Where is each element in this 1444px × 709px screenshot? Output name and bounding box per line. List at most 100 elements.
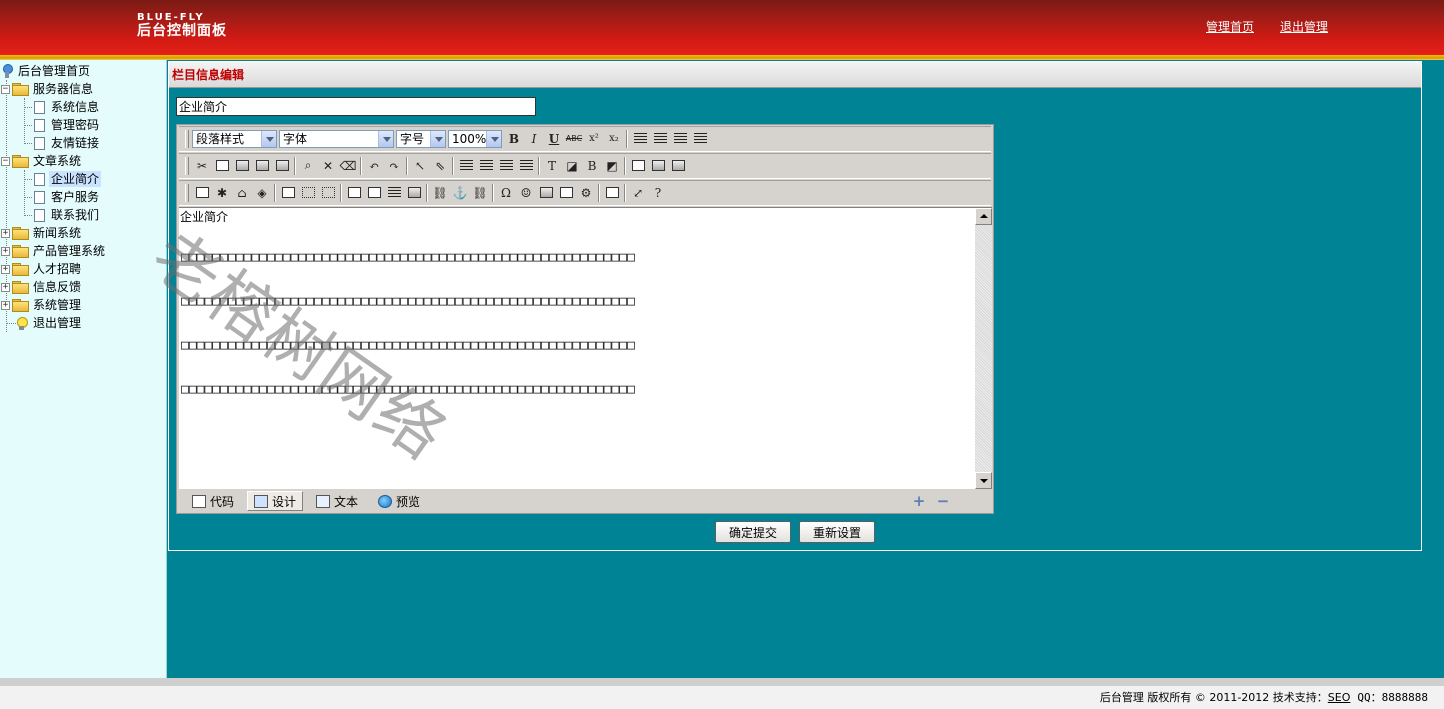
sidebar-item-home[interactable]: 后台管理首页 bbox=[1, 62, 92, 80]
undo-button[interactable]: ↶ bbox=[364, 156, 384, 176]
editor-scrollbar[interactable] bbox=[975, 207, 992, 489]
plugin-button[interactable]: ⚙ bbox=[576, 183, 596, 203]
sidebar-item-contact-us[interactable]: 联系我们 bbox=[34, 206, 101, 224]
collapse-icon[interactable]: − bbox=[1, 84, 10, 94]
paste-text-button[interactable] bbox=[252, 156, 272, 176]
tab-text[interactable]: 文本 bbox=[309, 491, 365, 511]
insert-table-button[interactable] bbox=[278, 183, 298, 203]
sidebar-group-recruitment[interactable]: + 人才招聘 bbox=[1, 260, 83, 278]
scroll-up-button[interactable] bbox=[975, 208, 992, 225]
insert-image-button[interactable] bbox=[192, 183, 212, 203]
insert-media-button[interactable]: ⌂ bbox=[232, 183, 252, 203]
tree-connector bbox=[24, 107, 32, 108]
reset-button[interactable]: 重新设置 bbox=[799, 521, 875, 543]
expand-icon[interactable]: + bbox=[1, 228, 10, 238]
copy-button[interactable] bbox=[212, 156, 232, 176]
outdent-button[interactable] bbox=[516, 156, 536, 176]
unordered-list-button[interactable] bbox=[476, 156, 496, 176]
delete-button[interactable]: ✕ bbox=[318, 156, 338, 176]
expand-icon[interactable]: + bbox=[1, 264, 10, 274]
insert-date-button[interactable] bbox=[536, 183, 556, 203]
collapse-icon[interactable]: − bbox=[1, 156, 10, 166]
paste-word-button[interactable] bbox=[272, 156, 292, 176]
align-left-button[interactable] bbox=[630, 129, 650, 149]
italic-button[interactable]: I bbox=[524, 129, 544, 149]
admin-home-link[interactable]: 管理首页 bbox=[1206, 18, 1254, 35]
submit-button[interactable]: 确定提交 bbox=[715, 521, 791, 543]
sidebar-group-news-system[interactable]: + 新闻系统 bbox=[1, 224, 83, 242]
unlink-button[interactable]: ⛓ bbox=[470, 183, 490, 203]
zoom-select[interactable]: 100% bbox=[448, 129, 502, 148]
unselect-button[interactable]: ⇖ bbox=[430, 156, 450, 176]
sidebar-group-feedback[interactable]: + 信息反馈 bbox=[1, 278, 83, 296]
insert-file-button[interactable]: ◈ bbox=[252, 183, 272, 203]
text-background-button[interactable]: B bbox=[582, 156, 602, 176]
send-backward-button[interactable] bbox=[668, 156, 688, 176]
find-button[interactable]: ⌕ bbox=[298, 156, 318, 176]
zoom-in-button[interactable]: + bbox=[911, 492, 927, 510]
insert-page-button[interactable] bbox=[364, 183, 384, 203]
bold-button[interactable]: B bbox=[504, 129, 524, 149]
font-size-select[interactable]: 字号 bbox=[396, 129, 446, 148]
sidebar-item-friend-links[interactable]: 友情链接 bbox=[34, 134, 101, 152]
insert-link-button[interactable]: ⛓ bbox=[430, 183, 450, 203]
text-color-button[interactable]: T bbox=[542, 156, 562, 176]
fullscreen-button[interactable]: ⤢ bbox=[628, 183, 648, 203]
paragraph-style-select[interactable]: 段落样式 bbox=[192, 129, 277, 148]
expand-icon[interactable]: + bbox=[1, 246, 10, 256]
insert-flash-button[interactable]: ✱ bbox=[212, 183, 232, 203]
redo-button[interactable]: ↷ bbox=[384, 156, 404, 176]
scroll-down-button[interactable] bbox=[975, 472, 992, 489]
insert-frame-button[interactable] bbox=[344, 183, 364, 203]
subscript-button[interactable]: x₂ bbox=[604, 129, 624, 149]
bring-forward-button[interactable] bbox=[648, 156, 668, 176]
special-char-button[interactable]: Ω bbox=[496, 183, 516, 203]
sidebar-item-customer-service[interactable]: 客户服务 bbox=[34, 188, 101, 206]
indent-button[interactable] bbox=[496, 156, 516, 176]
align-center-button[interactable] bbox=[650, 129, 670, 149]
sidebar-group-product-system[interactable]: + 产品管理系统 bbox=[1, 242, 107, 260]
tab-design[interactable]: 设计 bbox=[247, 491, 304, 511]
sidebar-group-article-system[interactable]: − 文章系统 bbox=[1, 152, 83, 170]
toolbar-separator bbox=[426, 183, 428, 202]
emoticon-button[interactable]: ☺ bbox=[516, 183, 536, 203]
align-justify-button[interactable] bbox=[690, 129, 710, 149]
sidebar-item-admin-password[interactable]: 管理密码 bbox=[34, 116, 101, 134]
tab-preview[interactable]: 预览 bbox=[371, 491, 427, 511]
align-right-button[interactable] bbox=[670, 129, 690, 149]
ordered-list-button[interactable] bbox=[456, 156, 476, 176]
paste-button[interactable] bbox=[232, 156, 252, 176]
absolute-position-button[interactable] bbox=[628, 156, 648, 176]
help-button[interactable]: ? bbox=[648, 183, 668, 203]
superscript-button[interactable]: x² bbox=[584, 129, 604, 149]
strikethrough-button[interactable]: ABC bbox=[564, 129, 584, 149]
underline-button[interactable]: U bbox=[544, 129, 564, 149]
insert-row-button[interactable] bbox=[298, 183, 318, 203]
insert-cell-button[interactable] bbox=[318, 183, 338, 203]
sidebar-group-server-info[interactable]: − 服务器信息 bbox=[1, 80, 95, 98]
sidebar-group-system-management[interactable]: + 系统管理 bbox=[1, 296, 83, 314]
import-button[interactable] bbox=[602, 183, 622, 203]
brand-logo: BLUE-FLY 后台控制面板 bbox=[137, 12, 227, 39]
logout-link[interactable]: 退出管理 bbox=[1280, 18, 1328, 35]
sidebar-item-system-info[interactable]: 系统信息 bbox=[34, 98, 101, 116]
insert-anchor-button[interactable]: ⚓ bbox=[450, 183, 470, 203]
editor-content-area[interactable]: 企业简介 □□□□□□□□□□□□□□□□□□□□□□□□□□□□□□□□□□□… bbox=[179, 207, 975, 489]
horizontal-rule-button[interactable] bbox=[384, 183, 404, 203]
background-color-button[interactable]: ◪ bbox=[562, 156, 582, 176]
remove-format-button[interactable]: ◩ bbox=[602, 156, 622, 176]
eraser-button[interactable]: ⌫ bbox=[338, 156, 358, 176]
sidebar-item-company-profile[interactable]: 企业简介 bbox=[34, 170, 102, 188]
cut-button[interactable]: ✂ bbox=[192, 156, 212, 176]
zoom-out-button[interactable]: − bbox=[935, 492, 951, 510]
select-all-button[interactable]: ↖ bbox=[410, 156, 430, 176]
title-input[interactable] bbox=[176, 97, 536, 116]
expand-icon[interactable]: + bbox=[1, 282, 10, 292]
font-family-select[interactable]: 字体 bbox=[279, 129, 394, 148]
sidebar-item-logout[interactable]: 退出管理 bbox=[16, 314, 83, 332]
marquee-button[interactable] bbox=[404, 183, 424, 203]
insert-code-button[interactable] bbox=[556, 183, 576, 203]
seo-link[interactable]: SEO bbox=[1328, 691, 1351, 704]
tab-code[interactable]: 代码 bbox=[185, 491, 241, 511]
expand-icon[interactable]: + bbox=[1, 300, 10, 310]
